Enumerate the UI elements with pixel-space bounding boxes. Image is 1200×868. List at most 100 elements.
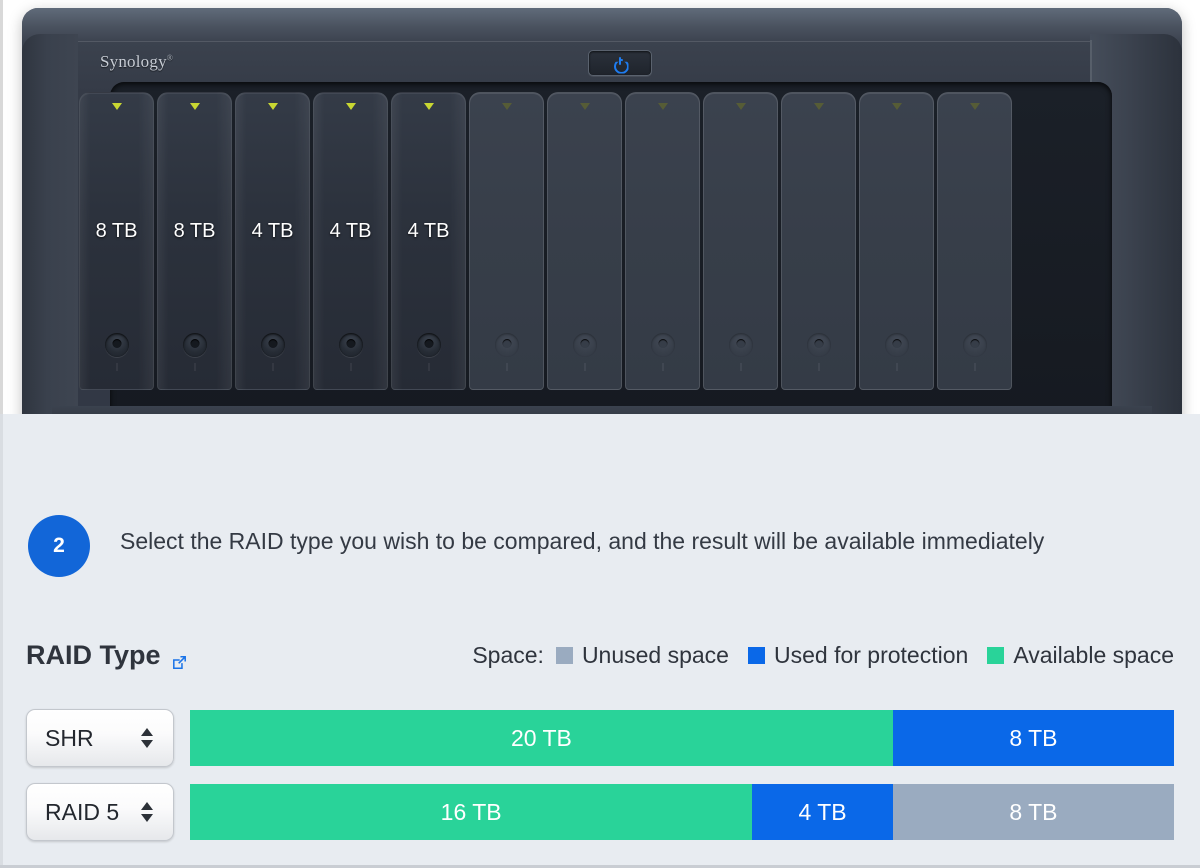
drive-bay-3: 4 TB — [235, 92, 310, 390]
drive-bay-1: 8 TB — [79, 92, 154, 390]
raid-type-select-2[interactable]: RAID 5 — [26, 783, 174, 841]
drive-tick-mark — [350, 363, 351, 371]
step-instruction: 2 Select the RAID type you wish to be co… — [28, 515, 1044, 577]
drive-lock-icon — [495, 333, 519, 357]
drive-bay-10 — [781, 92, 856, 390]
raid-type-heading: RAID Type — [26, 640, 189, 671]
raid-type-select-value: RAID 5 — [27, 799, 119, 826]
raid-space-bar: 16 TB4 TB8 TB — [190, 784, 1174, 840]
stepper-arrows-icon[interactable] — [141, 728, 153, 748]
raid-type-header-row: RAID Type Space: Unused space Used for p… — [26, 640, 1174, 671]
legend-item-available: Available space — [987, 642, 1174, 669]
bar-segment: 8 TB — [893, 784, 1174, 840]
drive-tick-mark — [506, 363, 507, 371]
panel-left-border — [0, 414, 3, 868]
space-legend: Space: Unused space Used for protection … — [472, 642, 1174, 669]
drive-status-led-icon — [190, 103, 200, 110]
step-instruction-text: Select the RAID type you wish to be comp… — [120, 515, 1044, 562]
legend-title: Space: — [472, 642, 544, 669]
drive-status-led-icon — [736, 103, 746, 110]
drive-lock-icon — [729, 333, 753, 357]
drive-status-led-icon — [424, 103, 434, 110]
nas-chassis: Synology® 8 TB8 TB4 TB4 TB4 TB — [22, 8, 1182, 414]
raid-space-bar: 20 TB8 TB — [190, 710, 1174, 766]
bar-segment: 8 TB — [893, 710, 1174, 766]
raid-type-heading-label: RAID Type — [26, 640, 161, 671]
legend-label-protection: Used for protection — [774, 642, 968, 669]
bar-segment: 16 TB — [190, 784, 752, 840]
drive-status-led-icon — [814, 103, 824, 110]
raid-row: RAID 5 16 TB4 TB8 TB — [26, 784, 1174, 840]
drive-bay-2: 8 TB — [157, 92, 232, 390]
power-button[interactable] — [588, 50, 652, 76]
legend-item-protection: Used for protection — [748, 642, 968, 669]
drive-lock-icon — [885, 333, 909, 357]
drive-status-led-icon — [970, 103, 980, 110]
power-icon — [614, 57, 627, 70]
drive-lock-icon — [339, 333, 363, 357]
drive-bay-5: 4 TB — [391, 92, 466, 390]
legend-item-unused: Unused space — [556, 642, 729, 669]
raid-type-select-value: SHR — [27, 725, 94, 752]
drive-bay-8 — [625, 92, 700, 390]
drive-tick-mark — [818, 363, 819, 371]
chassis-left-panel — [22, 34, 78, 414]
drive-tick-mark — [584, 363, 585, 371]
drive-bay-12 — [937, 92, 1012, 390]
drive-lock-icon — [105, 333, 129, 357]
drive-status-led-icon — [268, 103, 278, 110]
drive-status-led-icon — [502, 103, 512, 110]
synology-logo: Synology® — [100, 52, 173, 72]
drive-lock-icon — [963, 333, 987, 357]
drive-status-led-icon — [580, 103, 590, 110]
drive-lock-icon — [807, 333, 831, 357]
legend-label-available: Available space — [1013, 642, 1174, 669]
drive-capacity-label: 4 TB — [392, 220, 465, 243]
raid-comparison-rows: SHR 20 TB8 TB RAID 5 16 TB4 TB8 TB — [26, 710, 1174, 840]
drive-lock-icon — [573, 333, 597, 357]
drive-lock-icon — [183, 333, 207, 357]
registered-trademark-mark: ® — [167, 53, 173, 62]
drive-tick-mark — [116, 363, 117, 371]
drive-tick-mark — [740, 363, 741, 371]
drive-tick-mark — [194, 363, 195, 371]
bar-segment: 4 TB — [752, 784, 893, 840]
legend-label-unused: Unused space — [582, 642, 729, 669]
drive-status-led-icon — [346, 103, 356, 110]
drive-bay-7 — [547, 92, 622, 390]
legend-swatch-unused — [556, 647, 573, 664]
legend-swatch-protection — [748, 647, 765, 664]
drive-tick-mark — [428, 363, 429, 371]
raid-row: SHR 20 TB8 TB — [26, 710, 1174, 766]
step-number-badge: 2 — [28, 515, 90, 577]
drive-bay-6 — [469, 92, 544, 390]
stepper-arrows-icon[interactable] — [141, 802, 153, 822]
drive-status-led-icon — [112, 103, 122, 110]
drive-tick-mark — [974, 363, 975, 371]
external-link-icon[interactable] — [170, 648, 189, 667]
drive-tick-mark — [896, 363, 897, 371]
drive-bay-list: 8 TB8 TB4 TB4 TB4 TB — [79, 92, 1012, 392]
raid-type-select-1[interactable]: SHR — [26, 709, 174, 767]
chassis-base — [52, 406, 1152, 414]
drive-lock-icon — [417, 333, 441, 357]
drive-capacity-label: 8 TB — [158, 220, 231, 243]
drive-tick-mark — [272, 363, 273, 371]
synology-wordmark: Synology — [100, 52, 167, 71]
legend-swatch-available — [987, 647, 1004, 664]
drive-lock-icon — [261, 333, 285, 357]
page-left-border — [0, 0, 3, 414]
nas-product-image: Synology® 8 TB8 TB4 TB4 TB4 TB — [0, 0, 1200, 414]
raid-calculator-page: Synology® 8 TB8 TB4 TB4 TB4 TB 2 Select … — [0, 0, 1200, 868]
drive-capacity-label: 8 TB — [80, 220, 153, 243]
bar-segment: 20 TB — [190, 710, 893, 766]
chassis-top-bevel — [22, 8, 1182, 42]
drive-status-led-icon — [658, 103, 668, 110]
drive-bay-9 — [703, 92, 778, 390]
drive-capacity-label: 4 TB — [314, 220, 387, 243]
drive-lock-icon — [651, 333, 675, 357]
drive-bay-11 — [859, 92, 934, 390]
drive-capacity-label: 4 TB — [236, 220, 309, 243]
raid-comparison-panel: 2 Select the RAID type you wish to be co… — [0, 414, 1200, 868]
drive-tick-mark — [662, 363, 663, 371]
